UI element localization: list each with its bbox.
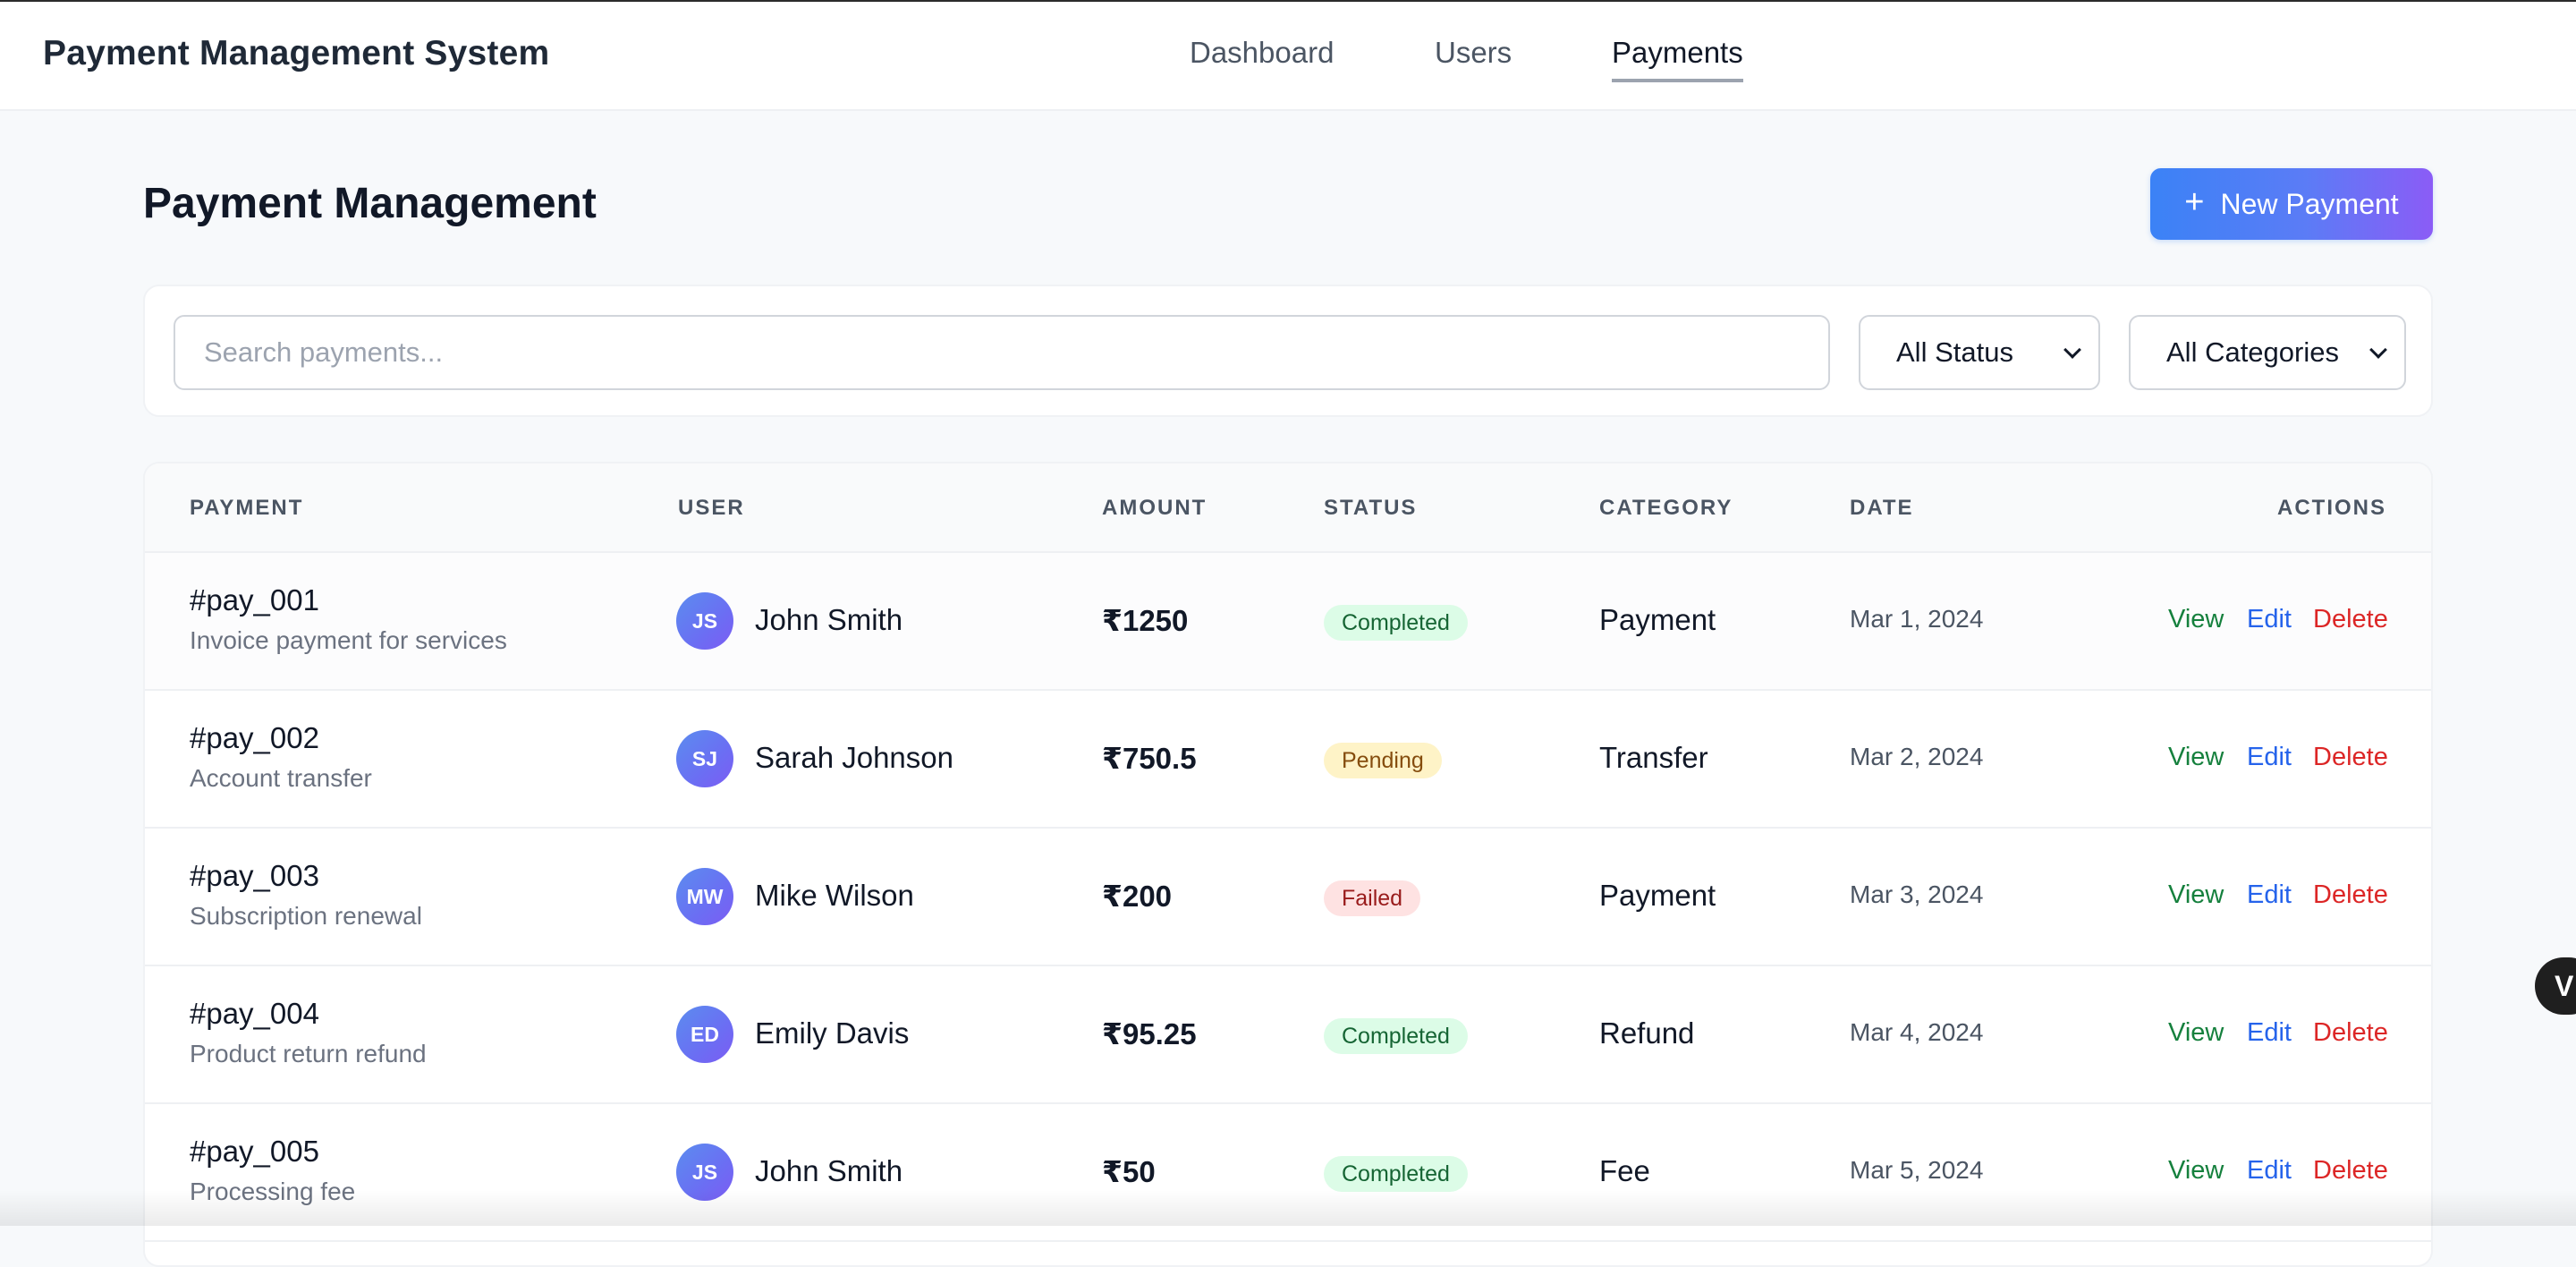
header-category: CATEGORY xyxy=(1599,496,1733,520)
user-name: John Smith xyxy=(755,1154,903,1187)
payment-category: Transfer xyxy=(1599,741,1708,774)
payment-category: Fee xyxy=(1599,1154,1650,1187)
status-badge: Failed xyxy=(1324,880,1421,916)
status-badge: Completed xyxy=(1324,605,1468,641)
filter-bar: All Status All Categories xyxy=(143,285,2433,417)
header-status: STATUS xyxy=(1324,496,1418,520)
category-filter-select[interactable]: All Categories xyxy=(2129,315,2406,390)
payment-amount: ₹95.25 xyxy=(1102,1017,1197,1050)
view-button[interactable]: View xyxy=(2168,1156,2224,1186)
header-user: USER xyxy=(678,496,745,520)
payment-category: Refund xyxy=(1599,1016,1695,1050)
table-header: PAYMENT USER AMOUNT STATUS CATEGORY DATE… xyxy=(145,463,2431,553)
payment-description: Subscription renewal xyxy=(190,902,422,930)
edit-button[interactable]: Edit xyxy=(2247,880,2292,910)
avatar: JS xyxy=(676,1144,733,1201)
header-date: DATE xyxy=(1850,496,1914,520)
search-input[interactable] xyxy=(174,315,1830,390)
payment-description: Product return refund xyxy=(190,1040,427,1067)
floating-widget-button[interactable]: V xyxy=(2535,957,2576,1015)
table-row: #pay_001 Invoice payment for services JS… xyxy=(145,553,2431,691)
avatar: SJ xyxy=(676,730,733,787)
payment-amount: ₹750.5 xyxy=(1102,742,1197,775)
user-name: Emily Davis xyxy=(755,1016,910,1050)
delete-button[interactable]: Delete xyxy=(2313,1018,2388,1048)
avatar: ED xyxy=(676,1006,733,1063)
payment-id: #pay_005 xyxy=(190,1135,319,1168)
edit-button[interactable]: Edit xyxy=(2247,743,2292,772)
payment-amount: ₹50 xyxy=(1102,1155,1156,1188)
status-filter-select[interactable]: All Status xyxy=(1859,315,2100,390)
status-filter-value: All Status xyxy=(1896,336,2013,368)
user-name: Sarah Johnson xyxy=(755,741,953,774)
delete-button[interactable]: Delete xyxy=(2313,880,2388,910)
new-payment-button[interactable]: + New Payment xyxy=(2150,168,2433,240)
payment-category: Payment xyxy=(1599,879,1716,912)
payment-category: Payment xyxy=(1599,603,1716,636)
delete-button[interactable]: Delete xyxy=(2313,605,2388,634)
header-amount: AMOUNT xyxy=(1102,496,1208,520)
view-button[interactable]: View xyxy=(2168,605,2224,634)
payment-id: #pay_003 xyxy=(190,859,319,892)
category-filter-value: All Categories xyxy=(2166,336,2339,368)
header-actions: ACTIONS xyxy=(2277,496,2386,520)
new-payment-label: New Payment xyxy=(2220,187,2399,220)
table-row: #pay_003 Subscription renewal MW Mike Wi… xyxy=(145,829,2431,966)
edit-button[interactable]: Edit xyxy=(2247,1156,2292,1186)
payment-description: Invoice payment for services xyxy=(190,626,507,654)
avatar: MW xyxy=(676,868,733,925)
table-row: #pay_005 Processing fee JS John Smith ₹5… xyxy=(145,1104,2431,1242)
chevron-down-icon xyxy=(2369,341,2387,359)
view-button[interactable]: View xyxy=(2168,743,2224,772)
status-badge: Completed xyxy=(1324,1018,1468,1054)
user-name: Mike Wilson xyxy=(755,879,914,912)
delete-button[interactable]: Delete xyxy=(2313,743,2388,772)
header-payment: PAYMENT xyxy=(190,496,304,520)
view-button[interactable]: View xyxy=(2168,1018,2224,1048)
top-navbar: Payment Management System Dashboard User… xyxy=(0,0,2576,111)
edit-button[interactable]: Edit xyxy=(2247,605,2292,634)
edit-button[interactable]: Edit xyxy=(2247,1018,2292,1048)
payments-table: PAYMENT USER AMOUNT STATUS CATEGORY DATE… xyxy=(143,462,2433,1267)
payment-id: #pay_004 xyxy=(190,997,319,1030)
payment-amount: ₹200 xyxy=(1102,880,1173,913)
avatar: JS xyxy=(676,592,733,650)
payment-amount: ₹1250 xyxy=(1102,604,1189,637)
payment-id: #pay_001 xyxy=(190,583,319,616)
delete-button[interactable]: Delete xyxy=(2313,1156,2388,1186)
view-button[interactable]: View xyxy=(2168,880,2224,910)
user-name: John Smith xyxy=(755,603,903,636)
status-badge: Pending xyxy=(1324,743,1442,778)
payment-date: Mar 3, 2024 xyxy=(1850,880,1984,908)
status-badge: Completed xyxy=(1324,1156,1468,1192)
table-row: #pay_004 Product return refund ED Emily … xyxy=(145,966,2431,1104)
main-nav: Dashboard Users Payments xyxy=(0,36,2576,89)
chevron-down-icon xyxy=(2063,341,2081,359)
table-row: #pay_002 Account transfer SJ Sarah Johns… xyxy=(145,691,2431,829)
payment-date: Mar 4, 2024 xyxy=(1850,1018,1984,1046)
payment-date: Mar 2, 2024 xyxy=(1850,743,1984,770)
payment-date: Mar 1, 2024 xyxy=(1850,605,1984,633)
nav-users[interactable]: Users xyxy=(1435,36,1512,79)
payment-date: Mar 5, 2024 xyxy=(1850,1156,1984,1184)
nav-payments[interactable]: Payments xyxy=(1612,36,1743,82)
payment-description: Processing fee xyxy=(190,1178,356,1205)
payment-id: #pay_002 xyxy=(190,721,319,754)
plus-icon: + xyxy=(2184,183,2205,221)
page-title: Payment Management xyxy=(143,180,597,227)
nav-dashboard[interactable]: Dashboard xyxy=(1190,36,1334,79)
payment-description: Account transfer xyxy=(190,764,372,792)
